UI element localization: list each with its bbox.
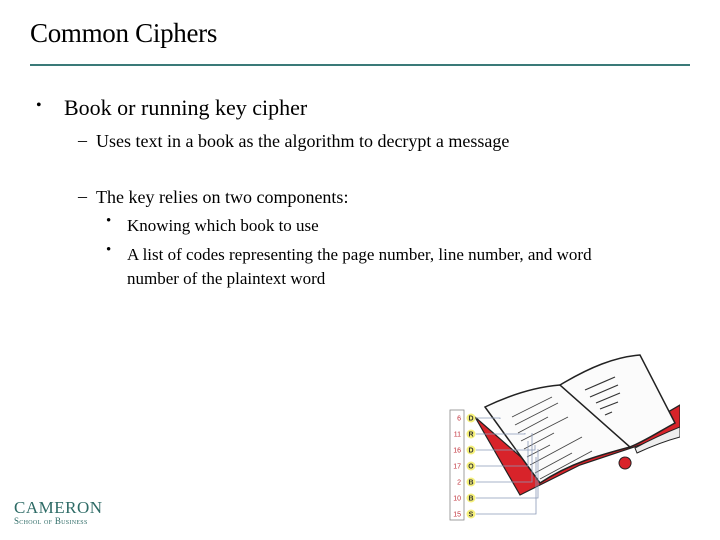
dash-marker: – bbox=[78, 130, 87, 150]
bullet-main-text: Book or running key cipher bbox=[64, 95, 308, 120]
code-number: 16 bbox=[453, 448, 461, 455]
sub-sub-bullet-2-text: A list of codes representing the page nu… bbox=[127, 245, 592, 288]
cameron-logo: CAMERON School of Business bbox=[14, 499, 103, 526]
code-number: 11 bbox=[454, 432, 461, 439]
code-letter: S bbox=[469, 512, 474, 519]
code-letter: D bbox=[468, 416, 473, 423]
book-cipher-illustration: 6 D11 R16 D17 O2 B10 B15 S bbox=[449, 354, 680, 521]
title-divider bbox=[30, 64, 690, 66]
slide-title: Common Ciphers bbox=[30, 18, 218, 48]
sub-sub-bullet-1-text: Knowing which book to use bbox=[127, 216, 319, 235]
code-number: 6 bbox=[457, 416, 461, 423]
sub-bullet-2-text: The key relies on two components: bbox=[96, 187, 349, 207]
code-number: 15 bbox=[453, 512, 461, 519]
book-spine-knob bbox=[618, 456, 632, 470]
code-letter: O bbox=[468, 464, 474, 471]
code-letter: R bbox=[468, 432, 473, 439]
bullet-marker: • bbox=[36, 97, 42, 114]
code-letter: D bbox=[468, 448, 473, 455]
sub-bullet-1-text: Uses text in a book as the algorithm to … bbox=[96, 131, 510, 151]
code-letter: B bbox=[468, 496, 473, 503]
code-letter: B bbox=[468, 480, 473, 487]
code-number: 17 bbox=[453, 464, 461, 471]
dash-marker: – bbox=[78, 186, 87, 206]
dot-marker: • bbox=[106, 242, 112, 258]
logo-name: CAMERON bbox=[14, 498, 103, 517]
code-number: 10 bbox=[453, 496, 461, 503]
dot-marker: • bbox=[106, 213, 112, 229]
logo-subtitle: School of Business bbox=[14, 516, 88, 526]
code-number: 2 bbox=[457, 480, 461, 487]
